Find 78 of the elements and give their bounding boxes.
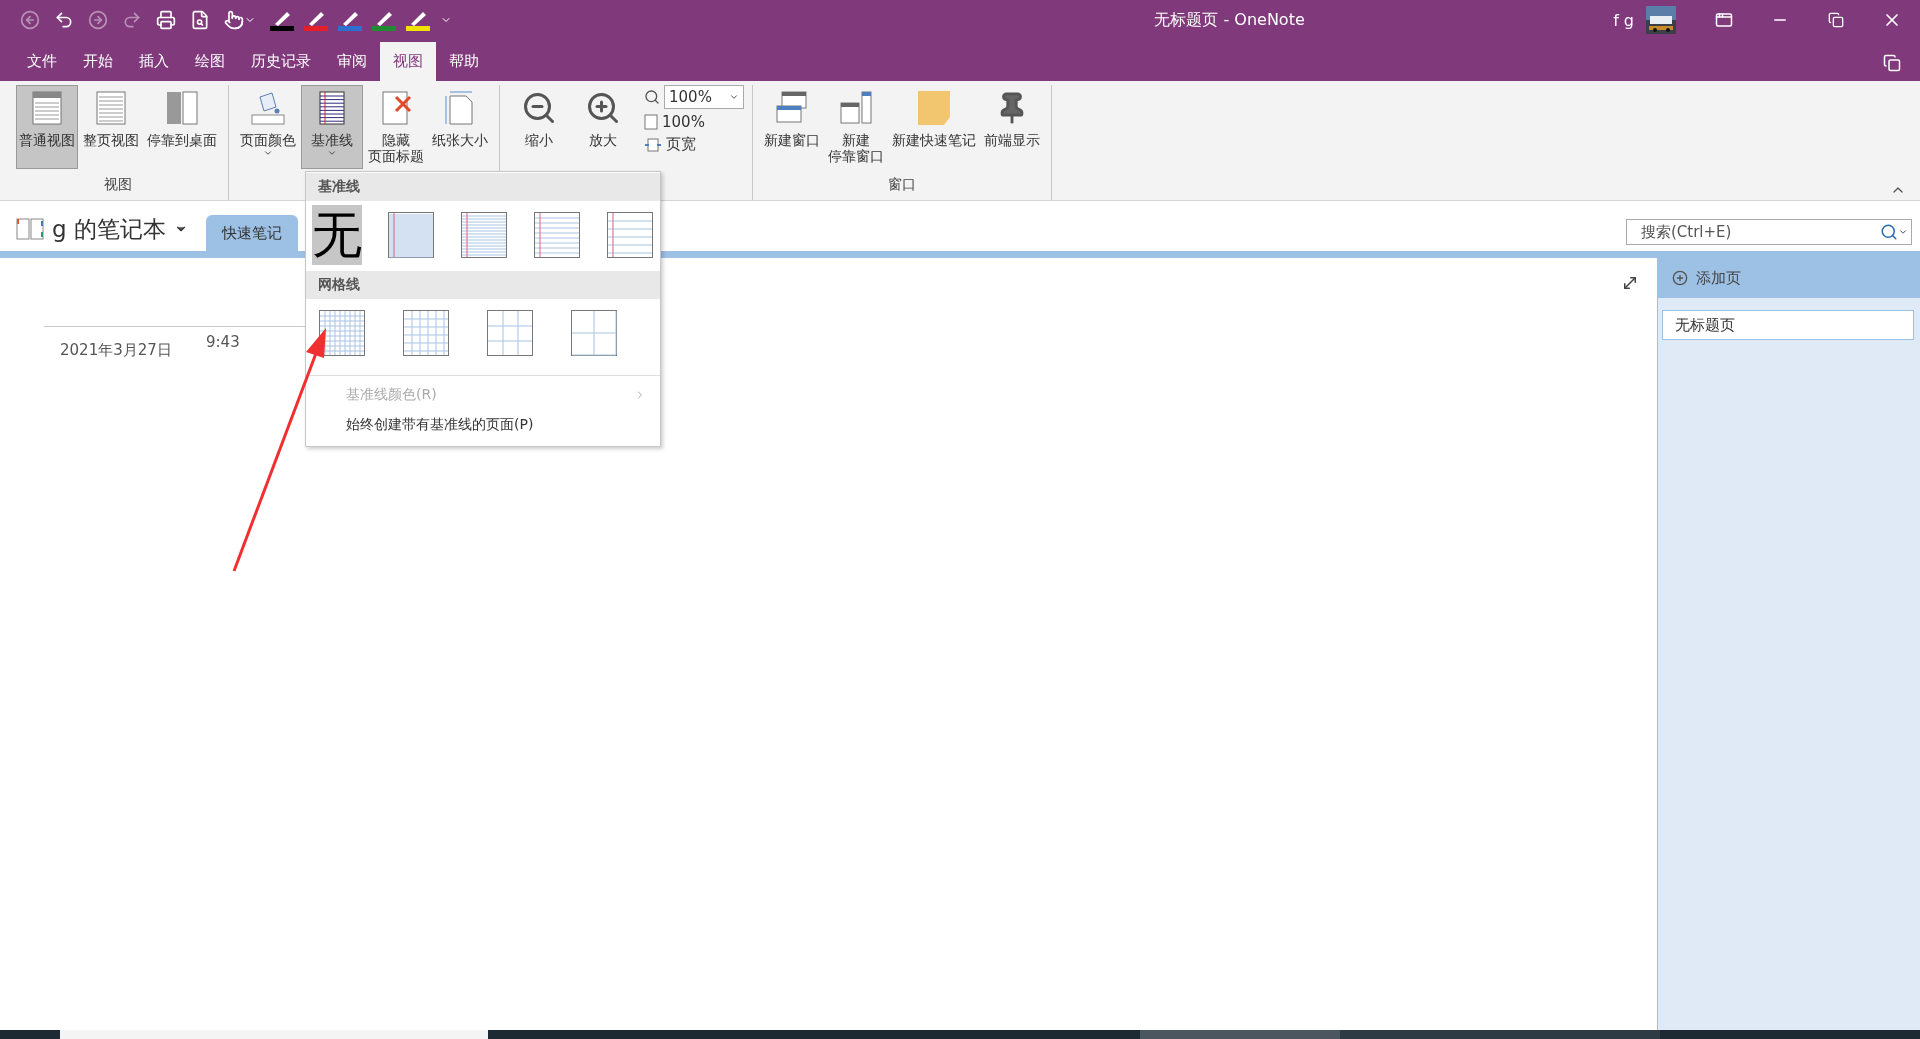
- ribbon-button[interactable]: 基准线: [301, 85, 363, 169]
- forward-button[interactable]: [88, 10, 108, 30]
- page-date: 2021年3月27日: [60, 341, 173, 360]
- page-icon: [644, 114, 658, 130]
- ribbon-button[interactable]: 纸张大小: [429, 85, 491, 169]
- ribbon-tab[interactable]: 绘图: [182, 42, 238, 81]
- ribbon-button[interactable]: 隐藏 页面标题: [365, 85, 427, 169]
- user-name: f g: [1613, 10, 1634, 30]
- caret-icon[interactable]: [1898, 227, 1908, 237]
- search-icon: [644, 89, 660, 105]
- page-width-button[interactable]: 页宽: [644, 135, 744, 154]
- print-button[interactable]: [156, 10, 176, 30]
- touch-mode-button[interactable]: [224, 10, 256, 30]
- search-field[interactable]: 搜索(Ctrl+E): [1626, 219, 1912, 245]
- paper-style-icon: [571, 310, 617, 356]
- redo-button[interactable]: [122, 10, 142, 30]
- paper-style-icon: [387, 212, 434, 258]
- menu-heading: 网格线: [306, 271, 660, 299]
- ribbon-display-icon[interactable]: [1715, 11, 1733, 29]
- zoom-out-icon: [521, 90, 557, 126]
- back-button[interactable]: [20, 10, 40, 30]
- paper-style-icon: [319, 310, 365, 356]
- page-item[interactable]: 无标题页: [1662, 310, 1914, 340]
- windows-icon[interactable]: [1883, 54, 1901, 72]
- add-page-button[interactable]: 添加页: [1658, 258, 1920, 298]
- page-view-icon: [93, 89, 129, 127]
- zoom-field[interactable]: 100%: [664, 85, 744, 109]
- ribbon-button[interactable]: 前端显示: [981, 85, 1043, 169]
- group-label: 窗口: [887, 176, 917, 194]
- zoom-in-icon: [585, 90, 621, 126]
- actual-size-button[interactable]: 100%: [644, 113, 744, 131]
- docked-page-icon: [164, 89, 200, 127]
- ribbon-button[interactable]: 新建快速笔记: [889, 85, 979, 169]
- page-time: 9:43: [206, 333, 240, 351]
- paper-style-icon: [606, 212, 653, 258]
- paper-style-icon: [533, 212, 580, 258]
- paint-bucket-icon: [250, 89, 286, 127]
- ribbon-button[interactable]: 缩小: [508, 85, 570, 169]
- ribbon-button[interactable]: 停靠到桌面: [144, 85, 220, 169]
- print-preview-button[interactable]: [190, 10, 210, 30]
- ribbon-button[interactable]: 新建 停靠窗口: [825, 85, 887, 169]
- caret-icon: [729, 92, 739, 102]
- restore-icon[interactable]: [1828, 12, 1844, 28]
- ribbon-tab[interactable]: 帮助: [436, 42, 492, 81]
- pen-button[interactable]: [372, 9, 396, 31]
- pen-button[interactable]: [304, 9, 328, 31]
- menu-item[interactable]: 始终创建带有基准线的页面(P): [306, 410, 660, 440]
- ribbon-tab[interactable]: 历史记录: [238, 42, 324, 81]
- group-label: 视图: [103, 176, 133, 194]
- expand-icon[interactable]: [1621, 274, 1639, 292]
- ribbon-tab[interactable]: 视图: [380, 42, 436, 81]
- pen-button[interactable]: [406, 9, 430, 31]
- search-icon[interactable]: [1880, 223, 1898, 241]
- section-tab[interactable]: 快速笔记: [205, 215, 298, 251]
- menu-heading: 基准线: [306, 173, 660, 201]
- sticky-note-icon: [916, 89, 952, 127]
- undo-button[interactable]: [54, 10, 74, 30]
- window-title: 无标题页 - OneNote: [1153, 9, 1306, 31]
- notebook-icon: [16, 218, 44, 240]
- page-view-icon: [29, 89, 65, 127]
- pen-button[interactable]: [270, 9, 294, 31]
- pen-button[interactable]: [338, 9, 362, 31]
- paper-style-icon: [460, 212, 507, 258]
- ribbon-button[interactable]: 普通视图: [16, 85, 78, 169]
- ribbon-tab[interactable]: 开始: [70, 42, 126, 81]
- notebook-dropdown[interactable]: g 的笔记本: [16, 207, 188, 251]
- page-width-icon: [644, 137, 662, 152]
- ribbon-button[interactable]: 整页视图: [80, 85, 142, 169]
- ribbon-tab[interactable]: 审阅: [324, 42, 380, 81]
- paper-style-icon: [403, 310, 449, 356]
- ribbon-tab[interactable]: 插入: [126, 42, 182, 81]
- ribbon-button[interactable]: 新建窗口: [761, 85, 823, 169]
- docked-window-icon: [838, 89, 874, 127]
- ribbon-tab[interactable]: 文件: [14, 42, 70, 81]
- ribbon-button[interactable]: 放大: [572, 85, 634, 169]
- plus-icon: [1672, 270, 1688, 286]
- paper-style-icon: [487, 310, 533, 356]
- ribbon-button[interactable]: 页面颜色: [237, 85, 299, 169]
